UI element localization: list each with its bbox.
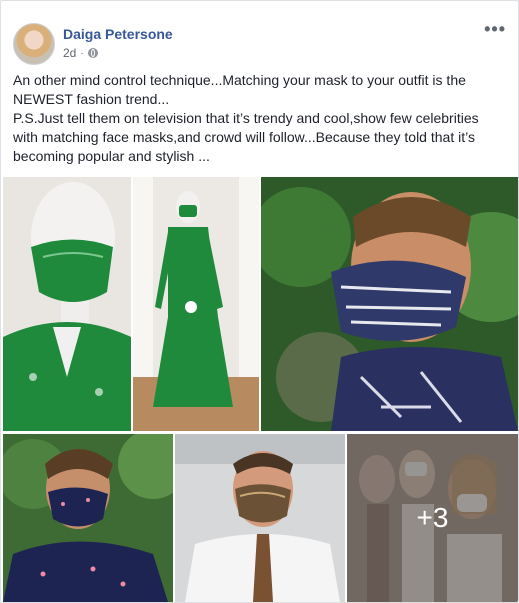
photo-man-flamingo-mask[interactable]	[3, 434, 173, 602]
more-photos-count: +3	[416, 502, 449, 533]
photo-gallery: +3	[1, 175, 518, 602]
post-text-line: P.S.Just tell them on television that it…	[13, 110, 479, 164]
post-time[interactable]: 2d	[63, 46, 76, 60]
green-mask-mannequin-image	[3, 177, 131, 431]
photo-man-paisley-mask[interactable]	[175, 434, 345, 602]
post-text: An other mind control technique...Matchi…	[13, 71, 505, 166]
photo-man-patterned-mask[interactable]	[261, 177, 518, 431]
more-options-icon[interactable]: •••	[484, 19, 506, 40]
photo-green-mask-mannequin[interactable]	[3, 177, 131, 431]
globe-icon[interactable]	[87, 48, 98, 58]
facebook-post: Daiga Petersone 2d · ••• An other mind c…	[0, 0, 519, 603]
photo-green-dress-mannequin[interactable]	[133, 177, 259, 431]
post-meta: 2d ·	[63, 46, 98, 60]
more-photos-overlay[interactable]: +3	[347, 434, 518, 602]
post-text-line: An other mind control technique...Matchi…	[13, 72, 466, 107]
man-patterned-mask-image	[261, 177, 518, 431]
photo-lace-masks-more[interactable]: +3	[347, 434, 518, 602]
meta-separator: ·	[80, 47, 84, 59]
green-dress-mannequin-image	[133, 177, 259, 431]
man-paisley-mask-image	[175, 434, 345, 602]
author-name[interactable]: Daiga Petersone	[63, 26, 173, 42]
avatar[interactable]	[13, 23, 55, 65]
man-flamingo-mask-image	[3, 434, 173, 602]
